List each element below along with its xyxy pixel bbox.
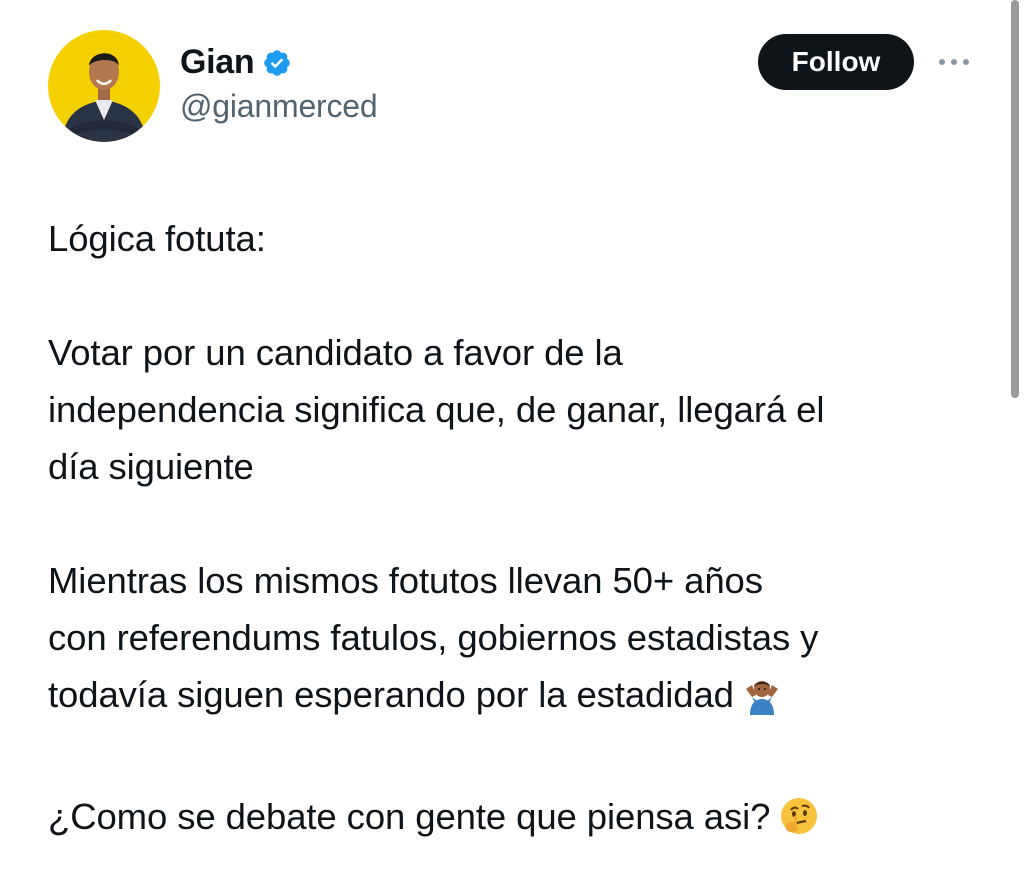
author-display-name[interactable]: Gian (180, 43, 255, 82)
shrug-emoji-icon (742, 674, 782, 731)
verified-badge-icon (262, 48, 292, 78)
tweet-line: Mientras los mismos fotutos llevan 50+ a… (48, 560, 763, 601)
author-name-row[interactable]: Gian (180, 40, 292, 84)
tweet-text: Lógica fotuta: Votar por un candidato a … (48, 210, 998, 876)
tweet-paragraph: Mientras los mismos fotutos llevan 50+ a… (48, 552, 998, 731)
tweet-paragraph: ¿Como se debate con gente que piensa asi… (48, 788, 998, 853)
tweet-paragraph: Votar por un candidato a favor de la ind… (48, 324, 998, 495)
tweet-line: con referendums fatulos, gobiernos estad… (48, 617, 819, 658)
scrollbar[interactable] (1011, 0, 1019, 398)
tweet-line: todavía siguen esperando por la estadida… (48, 666, 998, 731)
avatar[interactable] (48, 30, 160, 142)
tweet-line: ¿Como se debate con gente que piensa asi… (48, 788, 998, 853)
tweet-line-text: ¿Como se debate con gente que piensa asi… (48, 796, 771, 837)
follow-button[interactable]: Follow (758, 34, 914, 90)
tweet-line: Lógica fotuta: (48, 218, 266, 259)
tweet-card: Gian @gianmerced Follow Lógica fotuta: V… (0, 0, 1024, 876)
tweet-line: día siguiente (48, 446, 254, 487)
tweet-line-text: todavía siguen esperando por la estadida… (48, 674, 734, 715)
tweet-line: Votar por un candidato a favor de la (48, 332, 623, 373)
author-handle[interactable]: @gianmerced (180, 88, 378, 125)
tweet-paragraph: Lógica fotuta: (48, 210, 998, 267)
avatar-image (48, 30, 160, 142)
tweet-line: independencia significa que, de ganar, l… (48, 389, 825, 430)
more-horizontal-icon[interactable] (934, 52, 974, 72)
thinking-face-emoji-icon (778, 795, 820, 853)
